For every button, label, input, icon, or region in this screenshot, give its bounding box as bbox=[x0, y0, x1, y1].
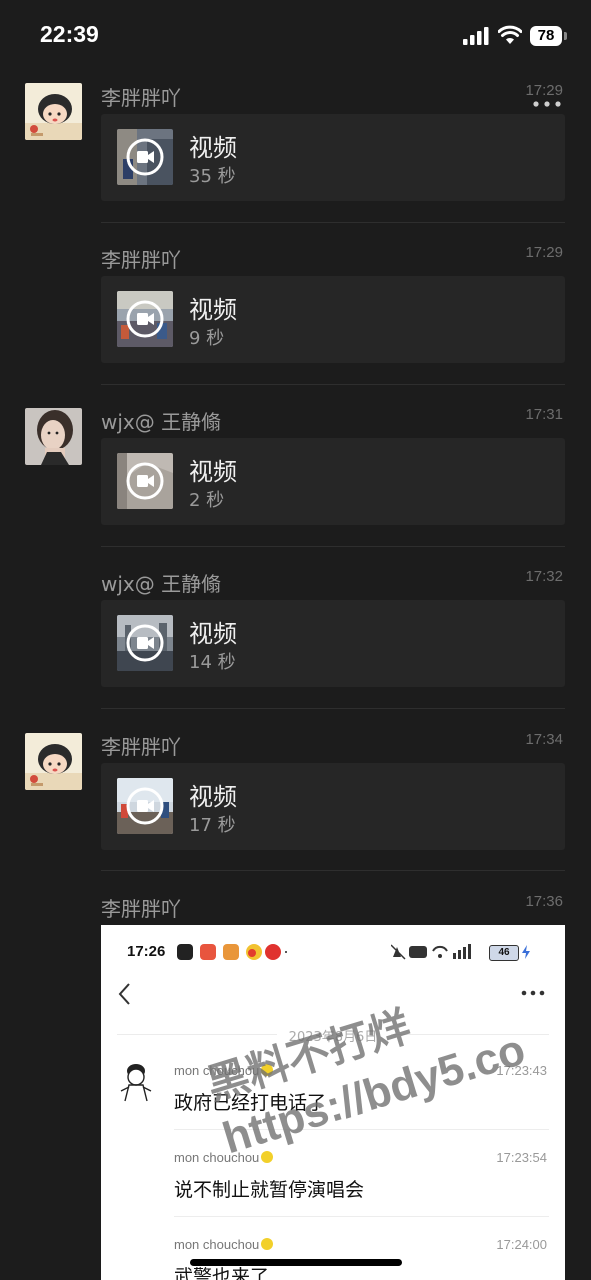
video-thumbnail bbox=[117, 453, 173, 509]
cartoon-girl-avatar[interactable] bbox=[25, 733, 82, 790]
signal-icon bbox=[463, 27, 489, 45]
status-time: 22:39 bbox=[40, 21, 99, 47]
divider bbox=[101, 546, 565, 547]
battery-icon: 78 bbox=[530, 26, 562, 46]
home-indicator[interactable] bbox=[190, 1259, 402, 1266]
message-time: 17:34 bbox=[525, 731, 563, 748]
sender-name: 李胖胖吖 bbox=[101, 735, 181, 759]
sender-name: wjx@ 王静翛 bbox=[101, 572, 222, 596]
video-label: 视频 bbox=[189, 783, 237, 811]
sender-name: 李胖胖吖 bbox=[101, 897, 181, 921]
chat-sender-name: mon chouchou bbox=[174, 1150, 274, 1165]
video-message-card[interactable]: 视频 17 秒 bbox=[101, 763, 565, 850]
divider bbox=[101, 870, 565, 871]
charging-icon bbox=[522, 945, 530, 959]
coin-badge-icon bbox=[261, 1238, 274, 1250]
chat-separator bbox=[174, 1129, 549, 1130]
video-thumbnail bbox=[117, 778, 173, 834]
video-label: 视频 bbox=[189, 296, 237, 324]
image-message-screenshot[interactable]: 17:26 46 2023年8月6日 mon chouchou 17:23:43… bbox=[101, 925, 565, 1280]
more-horizontal-icon[interactable] bbox=[532, 100, 562, 108]
chat-timestamp: 17:23:54 bbox=[496, 1150, 547, 1165]
chat-timestamp: 17:24:00 bbox=[496, 1237, 547, 1252]
video-thumbnail bbox=[117, 291, 173, 347]
message-time: 17:36 bbox=[525, 893, 563, 910]
screenshot-status-time: 17:26 bbox=[127, 943, 166, 960]
wifi-icon bbox=[498, 25, 522, 44]
coin-badge-icon bbox=[261, 1151, 274, 1163]
video-message-card[interactable]: 视频 2 秒 bbox=[101, 438, 565, 525]
back-icon[interactable] bbox=[117, 982, 133, 1006]
screenshot-battery: 46 bbox=[489, 945, 519, 961]
message-time: 17:32 bbox=[525, 568, 563, 585]
cartoon-girl-avatar[interactable] bbox=[25, 83, 82, 140]
video-thumbnail bbox=[117, 129, 173, 185]
video-duration: 2 秒 bbox=[189, 490, 225, 511]
sender-name: wjx@ 王静翛 bbox=[101, 410, 222, 434]
status-bar: 22:39 78 bbox=[0, 0, 591, 70]
video-label: 视频 bbox=[189, 458, 237, 486]
coin-badge-icon bbox=[261, 1064, 274, 1076]
divider bbox=[101, 708, 565, 709]
sender-name: 李胖胖吖 bbox=[101, 248, 181, 272]
sketch-avatar bbox=[117, 1061, 155, 1103]
message-time: 17:29 bbox=[525, 244, 563, 261]
chat-message-text: 说不制止就暂停演唱会 bbox=[174, 1179, 365, 1201]
date-divider-line bbox=[391, 1034, 549, 1035]
video-duration: 14 秒 bbox=[189, 652, 236, 673]
chat-timestamp: 17:23:43 bbox=[496, 1063, 547, 1078]
message-time: 17:31 bbox=[525, 406, 563, 423]
chat-separator bbox=[174, 1216, 549, 1217]
screenshot-system-icons bbox=[391, 944, 471, 960]
chat-date: 2023年8月6日 bbox=[288, 1030, 378, 1045]
video-label: 视频 bbox=[189, 620, 237, 648]
video-duration: 35 秒 bbox=[189, 166, 236, 187]
video-duration: 17 秒 bbox=[189, 815, 236, 836]
video-message-card[interactable]: 视频 9 秒 bbox=[101, 276, 565, 363]
video-message-card[interactable]: 视频 14 秒 bbox=[101, 600, 565, 687]
video-message-card[interactable]: 视频 35 秒 bbox=[101, 114, 565, 201]
video-label: 视频 bbox=[189, 134, 237, 162]
woman-photo-avatar[interactable] bbox=[25, 408, 82, 465]
chat-sender-name: mon chouchou bbox=[174, 1237, 274, 1252]
more-horizontal-icon[interactable] bbox=[521, 990, 545, 996]
divider bbox=[101, 222, 565, 223]
divider bbox=[101, 384, 565, 385]
video-thumbnail bbox=[117, 615, 173, 671]
video-duration: 9 秒 bbox=[189, 328, 225, 349]
message-time: 17:29 bbox=[525, 82, 563, 99]
battery-cap bbox=[564, 32, 567, 40]
app-notification-icons bbox=[177, 944, 287, 960]
chat-sender-name: mon chouchou bbox=[174, 1063, 274, 1078]
sender-name: 李胖胖吖 bbox=[101, 86, 181, 110]
chat-message-text: 政府已经打电话了 bbox=[174, 1092, 327, 1114]
